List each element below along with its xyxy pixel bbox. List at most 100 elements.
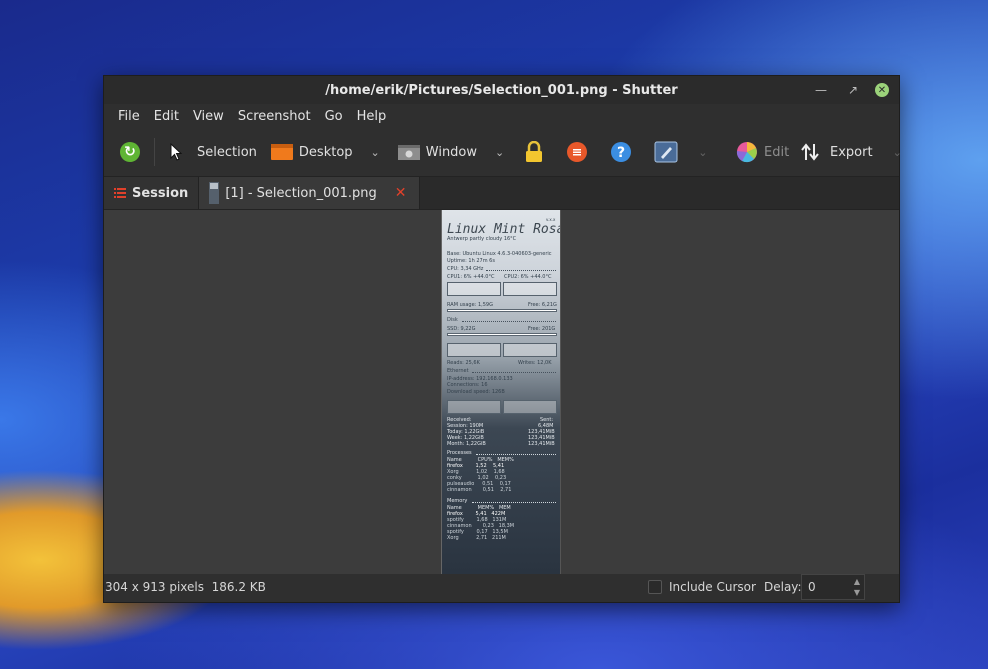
upload-graph: [503, 400, 557, 414]
window-icon: [397, 145, 420, 160]
edit-button[interactable]: Edit: [732, 136, 793, 168]
desktop-button[interactable]: Desktop ⌄: [267, 136, 384, 168]
preview-month: Month: 1,22GiB: [447, 441, 486, 447]
menu-screenshot[interactable]: Screenshot: [231, 109, 318, 124]
svg-text:?: ?: [617, 145, 625, 161]
include-cursor-checkbox[interactable]: [648, 580, 662, 594]
preview-cpu2: CPU2: 6% +44.0°C: [504, 274, 552, 280]
selection-label: Selection: [197, 144, 257, 160]
preview-cpu1: CPU1: 6% +44.0°C: [447, 274, 495, 280]
web-capture-button[interactable]: ⌄: [650, 136, 711, 168]
menu-edit[interactable]: Edit: [147, 109, 186, 124]
preview-ssd-free: Free: 201G: [528, 326, 556, 332]
divider: [472, 372, 556, 373]
proc-row: cinnamon 0,51 2,71: [447, 487, 512, 493]
cpu1-graph: [447, 282, 501, 296]
maximize-button[interactable]: ↗: [843, 80, 863, 100]
tab-bar: Session [1] - Selection_001.png ✕: [104, 176, 899, 210]
desktop-label: Desktop: [298, 144, 353, 160]
shutter-window: /home/erik/Pictures/Selection_001.png - …: [103, 75, 902, 603]
preview-ssd: SSD: 9,22G: [447, 326, 476, 332]
cpu2-graph: [503, 282, 557, 296]
close-button[interactable]: ✕: [875, 83, 889, 97]
preview-ethernet-header: Ethernet: [447, 368, 469, 374]
include-cursor-label[interactable]: Include Cursor: [669, 580, 756, 594]
menu-view[interactable]: View: [186, 109, 231, 124]
close-tab-icon[interactable]: ✕: [395, 185, 407, 201]
preview-weather: Antwerp partly cloudy 16°C: [447, 236, 517, 242]
preview-download: Download speed: 126B: [447, 389, 505, 395]
menu-capture-button[interactable]: [562, 136, 592, 168]
window-title: /home/erik/Pictures/Selection_001.png - …: [325, 82, 678, 98]
image-canvas[interactable]: Linux Mint Rosa v.x.x Antwerp partly clo…: [104, 210, 899, 574]
minimize-button[interactable]: —: [811, 80, 831, 100]
download-graph: [447, 400, 501, 414]
tooltip-capture-button[interactable]: ?: [606, 136, 636, 168]
divider: [462, 321, 556, 322]
screenshot-preview: Linux Mint Rosa v.x.x Antwerp partly clo…: [441, 210, 561, 574]
divider: [476, 454, 556, 455]
lock-icon: [526, 141, 543, 162]
divider: [486, 270, 556, 271]
edit-label: Edit: [764, 144, 790, 160]
preview-memory-header: Memory: [447, 498, 468, 504]
window-button[interactable]: Window ⌄: [394, 136, 508, 168]
tab-selection-001[interactable]: [1] - Selection_001.png ✕: [199, 177, 420, 209]
preview-base: Base: Ubuntu Linux 4.6.3-040603-generic: [447, 251, 552, 257]
ram-bar: [447, 309, 557, 312]
tab-file-label: [1] - Selection_001.png: [225, 185, 377, 201]
delay-label: Delay:: [764, 580, 802, 594]
chevron-down-icon[interactable]: ⌄: [371, 146, 380, 159]
menu-go[interactable]: Go: [318, 109, 350, 124]
delay-value[interactable]: 0: [808, 580, 816, 594]
chevron-down-icon[interactable]: ⌄: [893, 146, 902, 159]
menu-bar: File Edit View Screenshot Go Help: [104, 104, 899, 128]
menu-file[interactable]: File: [111, 109, 147, 124]
menu-help[interactable]: Help: [350, 109, 394, 124]
image-info: 304 x 913 pixels 186.2 KB: [105, 580, 266, 594]
preview-uptime: Uptime: 1h 27m 6s: [447, 258, 495, 264]
mem-row: Xorg 2,71 211M: [447, 535, 506, 541]
preview-writes: Writes: 12,0K: [518, 360, 552, 366]
preview-title: Linux Mint Rosa: [447, 222, 561, 237]
tab-session-label: Session: [132, 185, 189, 201]
window-label: Window: [425, 144, 478, 160]
export-button[interactable]: Export ⌄: [796, 136, 906, 168]
desktop-icon: [270, 144, 293, 160]
help-icon: ?: [611, 142, 632, 162]
menu-icon: [567, 142, 588, 162]
chevron-down-icon[interactable]: ⌄: [495, 146, 504, 159]
chevron-down-icon[interactable]: ⌄: [698, 146, 707, 159]
preview-ram-usage: RAM usage: 1,59G: [447, 302, 493, 308]
divider: [472, 502, 556, 503]
ssd-bar: [447, 333, 557, 336]
preview-disk-header: Disk: [447, 317, 458, 323]
preview-version: v.x.x: [546, 217, 556, 222]
export-label: Export: [830, 144, 873, 160]
title-bar[interactable]: /home/erik/Pictures/Selection_001.png - …: [104, 76, 899, 104]
preview-month-sent: 123,41MiB: [528, 441, 555, 447]
cursor-icon: [170, 143, 183, 161]
refresh-icon: ↻: [120, 142, 140, 162]
lock-button[interactable]: [520, 136, 548, 168]
preview-processes-header: Processes: [447, 450, 472, 456]
toolbar-separator: [154, 138, 155, 166]
color-wheel-icon: [736, 142, 757, 163]
pencil-icon: [654, 141, 678, 163]
refresh-button[interactable]: ↻: [116, 136, 144, 168]
preview-connections: Connections: 16: [447, 382, 488, 388]
writes-graph: [503, 343, 557, 357]
selection-button[interactable]: Selection: [165, 136, 261, 168]
delay-spinbutton[interactable]: 0 ▲ ▼: [801, 574, 865, 600]
status-bar: 304 x 913 pixels 186.2 KB Include Cursor…: [104, 572, 899, 602]
increment-icon[interactable]: ▲: [854, 576, 860, 587]
export-icon: [801, 143, 819, 161]
preview-ram-free: Free: 6,21G: [528, 302, 557, 308]
preview-reads: Reads: 25,6K: [447, 360, 480, 366]
toolbar: ↻ Selection Desktop ⌄ Window ⌄ ? ⌄ Edit …: [104, 128, 902, 176]
image-thumbnail-icon: [209, 182, 220, 204]
tab-session[interactable]: Session: [104, 177, 200, 209]
reads-graph: [447, 343, 501, 357]
decrement-icon[interactable]: ▼: [854, 587, 860, 598]
preview-cpu-header: CPU: 3,34 GHz: [447, 266, 484, 272]
